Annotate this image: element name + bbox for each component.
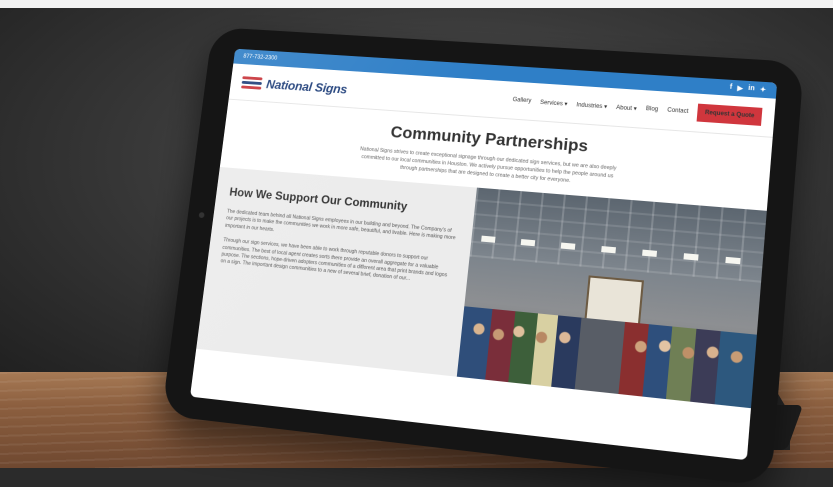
nav-item-gallery[interactable]: Gallery xyxy=(512,97,531,104)
tablet-screen: 877-732-2300 f ▶ in ✦ National Signs Gal… xyxy=(190,48,778,461)
twitter-icon[interactable]: ✦ xyxy=(760,86,767,94)
nav-item-services[interactable]: Services ▾ xyxy=(540,99,568,107)
phone-number[interactable]: 877-732-2300 xyxy=(243,54,278,62)
request-quote-button[interactable]: Request a Quote xyxy=(696,103,763,126)
support-section: How We Support Our Community The dedicat… xyxy=(196,166,767,409)
social-links: f ▶ in ✦ xyxy=(729,84,766,94)
community-photo xyxy=(457,187,767,409)
facebook-icon[interactable]: f xyxy=(729,84,732,92)
nav-item-about[interactable]: About ▾ xyxy=(616,104,637,112)
nav-item-contact[interactable]: Contact xyxy=(667,108,689,115)
youtube-icon[interactable]: ▶ xyxy=(737,84,743,92)
main-nav: Gallery Services ▾ Industries ▾ About ▾ … xyxy=(512,91,763,126)
linkedin-icon[interactable]: in xyxy=(748,85,755,93)
flag-icon xyxy=(241,75,263,90)
brand-name: National Signs xyxy=(265,76,348,96)
site-logo[interactable]: National Signs xyxy=(241,75,348,96)
nav-item-blog[interactable]: Blog xyxy=(646,106,659,113)
nav-item-industries[interactable]: Industries ▾ xyxy=(576,101,607,110)
camera-icon xyxy=(198,212,205,219)
group-of-people xyxy=(457,306,757,409)
tablet-device: 877-732-2300 f ▶ in ✦ National Signs Gal… xyxy=(161,26,805,487)
support-text-panel: How We Support Our Community The dedicat… xyxy=(196,166,478,377)
top-strip xyxy=(0,0,833,8)
